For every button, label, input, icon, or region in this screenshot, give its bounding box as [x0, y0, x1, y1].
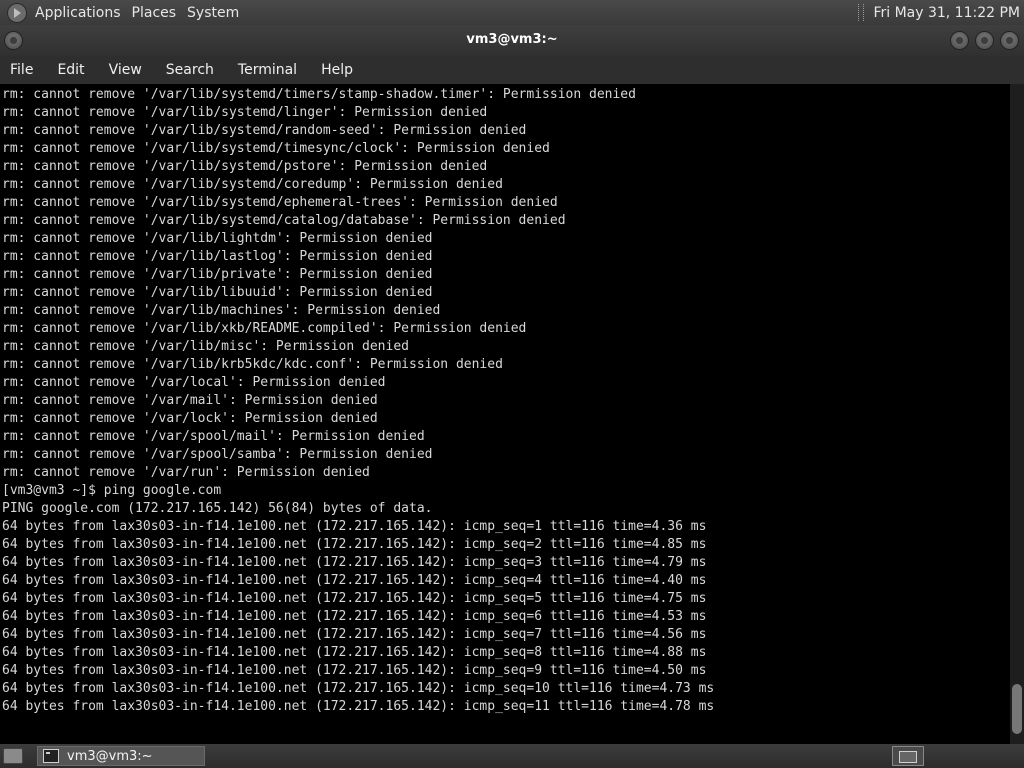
taskbar-window-label: vm3@vm3:~ — [67, 748, 153, 764]
menu-view[interactable]: View — [99, 62, 152, 78]
menu-edit[interactable]: Edit — [47, 62, 94, 78]
terminal-line: rm: cannot remove '/var/lib/lightdm': Pe… — [2, 231, 433, 246]
terminal-line: 64 bytes from lax30s03-in-f14.1e100.net … — [2, 645, 707, 660]
scrollbar-thumb[interactable] — [1012, 684, 1022, 734]
terminal-line: rm: cannot remove '/var/lib/systemd/time… — [2, 141, 550, 156]
menu-help[interactable]: Help — [311, 62, 363, 78]
terminal-line: rm: cannot remove '/var/lib/machines': P… — [2, 303, 441, 318]
terminal-line: rm: cannot remove '/var/lib/misc': Permi… — [2, 339, 409, 354]
terminal-lines: rm: cannot remove '/var/lib/systemd/time… — [0, 84, 1010, 716]
panel-right-area: Fri May 31, 11:22 PM — [858, 0, 1024, 25]
terminal-scrollbar[interactable] — [1010, 84, 1024, 744]
minimize-button[interactable] — [950, 31, 969, 50]
panel-menu-applications[interactable]: Applications — [33, 5, 130, 21]
terminal-line: 64 bytes from lax30s03-in-f14.1e100.net … — [2, 699, 715, 714]
terminal-menubar: File Edit View Search Terminal Help — [0, 56, 1024, 84]
terminal-icon — [43, 749, 59, 763]
terminal-line: rm: cannot remove '/var/lib/systemd/time… — [2, 87, 636, 102]
window-titlebar[interactable]: vm3@vm3:~ — [0, 25, 1024, 56]
terminal-line: 64 bytes from lax30s03-in-f14.1e100.net … — [2, 627, 707, 642]
terminal-line: PING google.com (172.217.165.142) 56(84)… — [2, 501, 433, 516]
menu-file[interactable]: File — [0, 62, 43, 78]
bottom-taskbar: vm3@vm3:~ — [0, 744, 1024, 768]
menu-search[interactable]: Search — [156, 62, 224, 78]
terminal-line: rm: cannot remove '/var/lib/krb5kdc/kdc.… — [2, 357, 503, 372]
terminal-line: rm: cannot remove '/var/lib/private': Pe… — [2, 267, 433, 282]
maximize-button[interactable] — [975, 31, 994, 50]
top-panel: Applications Places System Fri May 31, 1… — [0, 0, 1024, 25]
terminal-line: rm: cannot remove '/var/spool/samba': Pe… — [2, 447, 433, 462]
terminal-line: rm: cannot remove '/var/run': Permission… — [2, 465, 370, 480]
applications-menu-icon[interactable] — [7, 2, 27, 23]
terminal-line: 64 bytes from lax30s03-in-f14.1e100.net … — [2, 519, 707, 534]
terminal-line: rm: cannot remove '/var/lock': Permissio… — [2, 411, 378, 426]
terminal-line: 64 bytes from lax30s03-in-f14.1e100.net … — [2, 681, 715, 696]
panel-clock[interactable]: Fri May 31, 11:22 PM — [873, 5, 1024, 21]
terminal-line: 64 bytes from lax30s03-in-f14.1e100.net … — [2, 537, 707, 552]
panel-menu-system[interactable]: System — [185, 5, 248, 21]
workspace-window-icon — [899, 751, 917, 763]
terminal-line: [vm3@vm3 ~]$ ping google.com — [2, 483, 222, 498]
terminal-line: 64 bytes from lax30s03-in-f14.1e100.net … — [2, 573, 707, 588]
terminal-line: 64 bytes from lax30s03-in-f14.1e100.net … — [2, 663, 707, 678]
terminal-line: 64 bytes from lax30s03-in-f14.1e100.net … — [2, 591, 707, 606]
terminal-line: rm: cannot remove '/var/lib/systemd/psto… — [2, 159, 488, 174]
terminal-line: rm: cannot remove '/var/spool/mail': Per… — [2, 429, 425, 444]
close-button[interactable] — [1000, 31, 1019, 50]
terminal-line: rm: cannot remove '/var/lib/lastlog': Pe… — [2, 249, 433, 264]
terminal-output[interactable]: rm: cannot remove '/var/lib/systemd/time… — [0, 84, 1010, 744]
window-title: vm3@vm3:~ — [466, 32, 558, 47]
menu-terminal[interactable]: Terminal — [228, 62, 307, 78]
show-desktop-icon[interactable] — [3, 748, 23, 764]
terminal-line: 64 bytes from lax30s03-in-f14.1e100.net … — [2, 555, 707, 570]
panel-separator — [858, 4, 865, 21]
workspace-switcher[interactable] — [892, 746, 924, 766]
terminal-line: rm: cannot remove '/var/mail': Permissio… — [2, 393, 378, 408]
terminal-line: rm: cannot remove '/var/lib/libuuid': Pe… — [2, 285, 433, 300]
terminal-line: rm: cannot remove '/var/lib/systemd/cata… — [2, 213, 566, 228]
terminal-line: rm: cannot remove '/var/lib/systemd/ephe… — [2, 195, 558, 210]
panel-menu-places[interactable]: Places — [130, 5, 186, 21]
terminal-line: rm: cannot remove '/var/lib/systemd/ling… — [2, 105, 488, 120]
terminal-line: 64 bytes from lax30s03-in-f14.1e100.net … — [2, 609, 707, 624]
terminal-line: rm: cannot remove '/var/local': Permissi… — [2, 375, 386, 390]
taskbar-window-button[interactable]: vm3@vm3:~ — [37, 746, 205, 766]
terminal-line: rm: cannot remove '/var/lib/xkb/README.c… — [2, 321, 527, 336]
terminal-line: rm: cannot remove '/var/lib/systemd/rand… — [2, 123, 527, 138]
terminal-line: rm: cannot remove '/var/lib/systemd/core… — [2, 177, 503, 192]
